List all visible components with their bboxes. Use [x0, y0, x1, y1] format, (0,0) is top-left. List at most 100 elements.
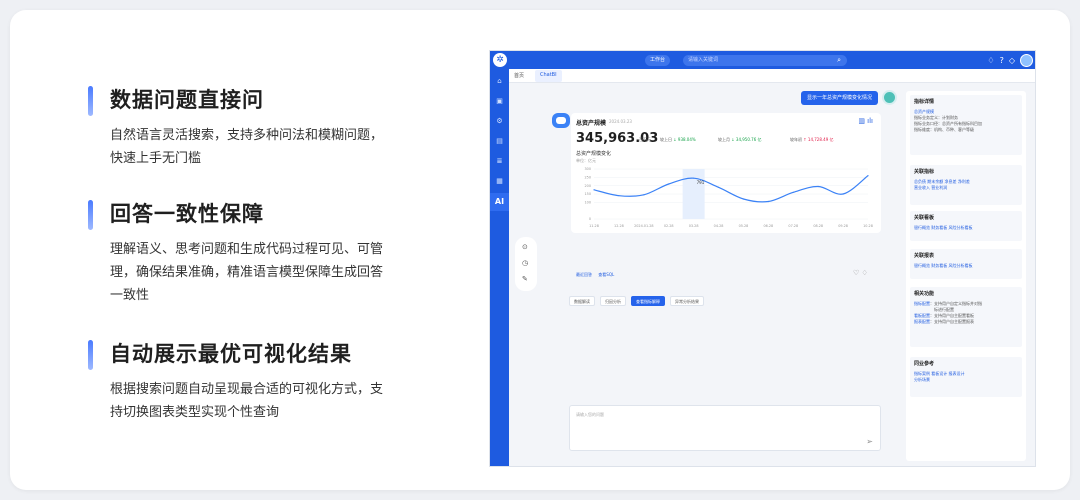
feature-accent-bar — [88, 200, 93, 230]
feature-title: 自动展示最优可视化结果 — [110, 342, 352, 366]
x-tick-label: 04.28 — [714, 224, 724, 228]
ai-nav-icon[interactable]: AI — [490, 193, 509, 211]
user-avatar — [882, 90, 897, 105]
data-point — [842, 193, 844, 195]
thumbs-down-icon[interactable]: ♢ — [862, 269, 868, 277]
data-point — [867, 175, 869, 177]
workspace-button[interactable]: 工作台 — [645, 55, 671, 66]
app-logo-icon[interactable]: ✲ — [493, 53, 507, 67]
data-point — [693, 177, 695, 179]
chip-indicator-explain[interactable]: 查看指标解释 — [631, 296, 665, 306]
settings-icon[interactable]: ⚙ — [495, 117, 504, 125]
data-point — [742, 198, 745, 200]
bot-icon — [552, 113, 570, 128]
chip-data-interpretation[interactable]: 数据解读 — [569, 296, 595, 306]
compare-month: 较上月 ↓ 34,950.76 亿 — [718, 137, 762, 142]
x-tick-label: 10.28 — [863, 224, 873, 228]
history-icon[interactable]: ⊙ — [522, 243, 528, 251]
x-tick-label: 05.28 — [739, 224, 749, 228]
feedback-icons: ♡ ♢ — [853, 269, 868, 277]
top-icons: ♢ ? ◇ — [987, 53, 1033, 67]
send-icon[interactable]: ➢ — [866, 437, 873, 446]
database-icon[interactable]: ≣ — [495, 157, 504, 165]
chart-unit: 单位：亿元 — [576, 158, 596, 163]
help-icon[interactable]: ? — [1000, 56, 1004, 65]
peer-reference: 同业参考 指标案例 看板设计 报表设计 分析场景 — [910, 357, 1022, 397]
new-chat-icon[interactable]: ✎ — [522, 275, 528, 283]
answer-date: 2024.03.23 — [609, 119, 632, 124]
x-tick-label: 07.28 — [788, 224, 798, 228]
x-tick-label: 09.28 — [838, 224, 848, 228]
x-tick-label: 2024.01.28 — [634, 224, 653, 228]
data-point — [593, 189, 595, 191]
search-icon[interactable]: ⌕ — [837, 55, 841, 66]
recent-answer-link[interactable]: 最近回答 — [576, 272, 592, 277]
global-search[interactable]: 请输入关键词 ⌕ — [683, 55, 847, 66]
input-placeholder: 请输入您的问题 — [576, 412, 604, 417]
answer-title: 总资产规模 — [576, 120, 607, 127]
user-avatar[interactable] — [1020, 53, 1033, 67]
compare-day: 较上日 ↓ 938.04% — [660, 137, 696, 142]
related-functions: 相关功能 指标配置：支持用户自定义指标并对指 标进行配置 看板配置：支持用户自主… — [910, 287, 1022, 347]
feature-desc: 理解语义、思考问题和生成代码过程可见、可管理，确保结果准确，精准语言模型保障生成… — [110, 242, 384, 303]
data-point — [643, 194, 645, 196]
user-question: 显示一年总资产规模变化情况 — [801, 91, 879, 105]
feature-accent-bar — [88, 86, 93, 116]
data-point — [668, 183, 670, 185]
related-boards: 关联看板 银行概览 财务看板 风险分析看板 — [910, 211, 1022, 241]
bell-icon[interactable]: ♢ — [987, 56, 994, 65]
feature-desc: 根据搜索问题自动呈现最合适的可视化方式，支持切换图表类型实现个性查询 — [110, 382, 384, 420]
kpi-unit: 百万元 — [639, 137, 651, 142]
grid-icon[interactable]: ▦ — [495, 177, 504, 185]
series-line — [593, 175, 869, 203]
y-tick-label: 0 — [589, 217, 591, 221]
tab-bar: 首页 ChatBI — [509, 69, 1035, 83]
feature-title: 数据问题直接问 — [110, 88, 264, 112]
data-point — [767, 200, 769, 203]
home-icon[interactable]: ⌂ — [495, 77, 504, 85]
clock-icon[interactable]: ◷ — [522, 259, 528, 267]
related-reports: 关联报表 银行概览 财务看板 风险分析看板 — [910, 249, 1022, 279]
indicator-detail: 指标详情 总资产规模 指标业务定义：计划财务 指标业务口径：总资产所有指标科目加… — [910, 95, 1022, 155]
chip-attribution[interactable]: 归因分析 — [600, 296, 626, 306]
related-metrics: 关联指标 总负债 期末余额 净息差 净利差 营业收入 营业利润 — [910, 165, 1022, 205]
chat-tools: ⊙ ◷ ✎ — [515, 237, 537, 291]
feature-accent-bar — [88, 340, 93, 370]
y-tick-label: 100 — [585, 201, 591, 205]
side-nav: ⌂ ▣ ⚙ ▤ ≣ ▦ AI — [490, 69, 509, 466]
y-tick-label: 200 — [585, 184, 591, 188]
data-point — [618, 195, 620, 197]
view-sql-link[interactable]: 查看SQL — [598, 272, 614, 277]
tab-home[interactable]: 首页 — [514, 72, 524, 79]
y-tick-label: 300 — [585, 167, 591, 171]
highlight-label: 791 — [697, 180, 705, 185]
compare-year: 较年初 ↑ 14,728.49 亿 — [790, 137, 834, 142]
x-tick-label: 08.28 — [813, 224, 823, 228]
x-tick-label: 11.28 — [589, 224, 599, 228]
top-bar: ✲ 工作台 请输入关键词 ⌕ ♢ ? ◇ — [490, 51, 1035, 69]
y-tick-label: 150 — [585, 192, 591, 196]
x-tick-label: 06.28 — [764, 224, 774, 228]
question-input[interactable]: 请输入您的问题 ➢ — [569, 405, 881, 451]
search-placeholder: 请输入关键词 — [688, 57, 719, 63]
chip-anomaly[interactable]: 异常分析结果 — [670, 296, 704, 306]
data-point — [792, 191, 794, 193]
suggestion-chips: 数据解读 归因分析 查看指标解释 异常分析结果 — [569, 296, 704, 306]
chart-type-icon[interactable]: ▥ ılı — [858, 117, 873, 125]
answer-card: 总资产规模 2024.03.23 ▥ ılı 345,963.03 百万元 较上… — [571, 113, 881, 233]
line-chart[interactable]: 0 100 150 200 250 300 11.28 12.28 2024.01.28 02.2… — [576, 165, 876, 229]
feature-desc: 自然语言灵活搜索，支持多种问法和模糊问题，快速上手无门槛 — [110, 128, 384, 166]
chart-icon[interactable]: ▤ — [495, 137, 504, 145]
x-tick-label: 03.28 — [689, 224, 699, 228]
data-point — [817, 185, 819, 188]
y-tick-label: 250 — [585, 176, 591, 180]
thumbs-up-icon[interactable]: ♡ — [853, 269, 859, 277]
answer-links: 最近回答 查看SQL — [576, 272, 619, 278]
chat-area: 显示一年总资产规模变化情况 总资产规模 2024.03.23 ▥ ılı 345… — [509, 83, 901, 466]
x-tick-label: 02.28 — [664, 224, 674, 228]
mail-icon[interactable]: ▣ — [495, 97, 504, 105]
tab-chatbi[interactable]: ChatBI — [535, 70, 562, 82]
shield-icon[interactable]: ◇ — [1009, 56, 1015, 65]
x-tick-label: 12.28 — [614, 224, 624, 228]
chart-title: 总资产规模变化 — [576, 151, 612, 157]
